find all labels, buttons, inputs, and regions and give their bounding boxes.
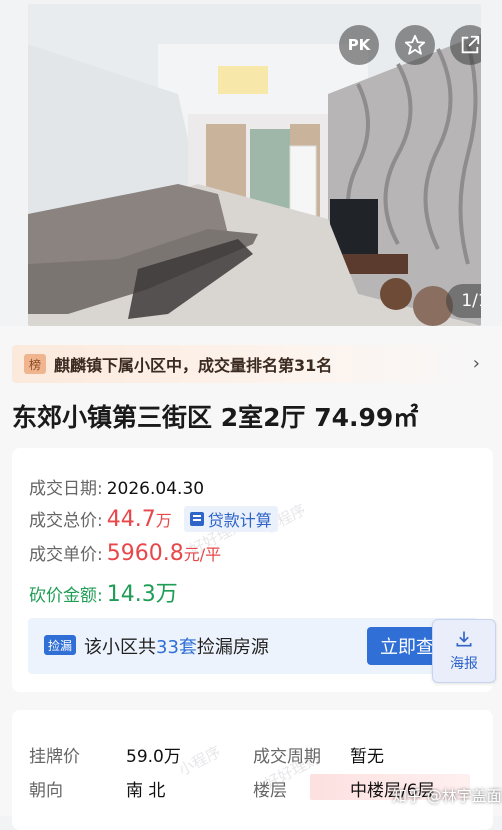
- bargain-text-suffix: 捡漏房源: [196, 637, 269, 658]
- price-cut-label: 砍价金额:: [29, 586, 103, 606]
- unit-price-label: 成交单价:: [29, 545, 103, 565]
- listing-title: 东郊小镇第三街区 2室2厅 74.99㎡: [12, 403, 419, 432]
- listing-content: 榜 麒麟镇下属小区中，成交量排名第31名 › 东郊小镇第三街区 2室2厅 74.…: [0, 326, 502, 830]
- ranking-text: 麒麟镇下属小区中，成交量排名第31名: [54, 356, 333, 375]
- deal-unit-price-row: 成交单价: 5960.8 元/平: [29, 540, 221, 566]
- bargain-text-prefix: 该小区共: [84, 637, 156, 658]
- bargain-count: 33套: [156, 637, 197, 658]
- share-icon: [461, 35, 480, 54]
- deal-date-label: 成交日期:: [29, 479, 103, 499]
- floor-label: 楼层: [253, 781, 287, 801]
- poster-button[interactable]: 海报: [432, 619, 496, 683]
- deal-cycle-label: 成交周期: [253, 747, 321, 767]
- calculator-icon: [189, 512, 204, 526]
- property-details-card: 小程序 好好理财 挂牌价 59.0万 成交周期 暂无 朝向 南 北 楼层 中楼层…: [12, 710, 493, 830]
- photo-counter: 1/1: [446, 284, 481, 318]
- deal-cycle-value: 暂无: [350, 747, 384, 767]
- ranking-banner[interactable]: 榜 麒麟镇下属小区中，成交量排名第31名 ›: [12, 345, 490, 383]
- listing-photo[interactable]: PK 1/1: [28, 4, 481, 326]
- chevron-right-icon: ›: [472, 353, 480, 374]
- listing-price-value: 59.0万: [126, 747, 181, 767]
- loan-calculator-label: 贷款计算: [207, 511, 272, 530]
- orientation-value: 南 北: [126, 781, 166, 801]
- loan-calculator-button[interactable]: 贷款计算: [183, 506, 278, 532]
- price-cut-value: 14.3万: [106, 582, 178, 607]
- favorite-button[interactable]: [395, 25, 435, 65]
- unit-price-value: 5960.8: [106, 541, 184, 566]
- deal-total-unit: 万: [155, 511, 172, 530]
- unit-price-unit: 元/平: [183, 545, 222, 564]
- poster-label: 海报: [450, 656, 478, 672]
- pk-compare-button[interactable]: PK: [339, 25, 379, 65]
- price-cut-row: 砍价金额: 14.3万: [29, 576, 178, 608]
- deal-date-value: 2026.04.30: [106, 479, 205, 499]
- bargain-tag: 捡漏: [44, 635, 76, 655]
- listing-price-label: 挂牌价: [29, 747, 80, 767]
- deal-total-value: 44.7: [106, 507, 156, 532]
- deal-date-row: 成交日期: 2026.04.30: [29, 474, 204, 499]
- deal-info-card: 好好理财 小程序 成交日期: 2026.04.30 成交总价: 44.7 万 贷…: [12, 448, 493, 692]
- bargain-listings-banner[interactable]: 捡漏 该小区共33套捡漏房源 立即查: [28, 618, 478, 674]
- photo-counter-text: 1/1: [461, 291, 481, 311]
- ranking-tag: 榜: [24, 354, 46, 374]
- deal-total-label: 成交总价:: [29, 511, 103, 531]
- orientation-label: 朝向: [29, 781, 63, 801]
- star-outline-icon: [404, 34, 426, 55]
- source-watermark: 知乎 @林宇盖面: [392, 787, 502, 805]
- deal-total-row: 成交总价: 44.7 万 贷款计算: [29, 506, 278, 532]
- pk-label: PK: [347, 36, 371, 54]
- download-icon: [456, 631, 472, 647]
- bargain-text: 该小区共33套捡漏房源: [84, 633, 269, 659]
- watermark: 小程序: [175, 742, 224, 780]
